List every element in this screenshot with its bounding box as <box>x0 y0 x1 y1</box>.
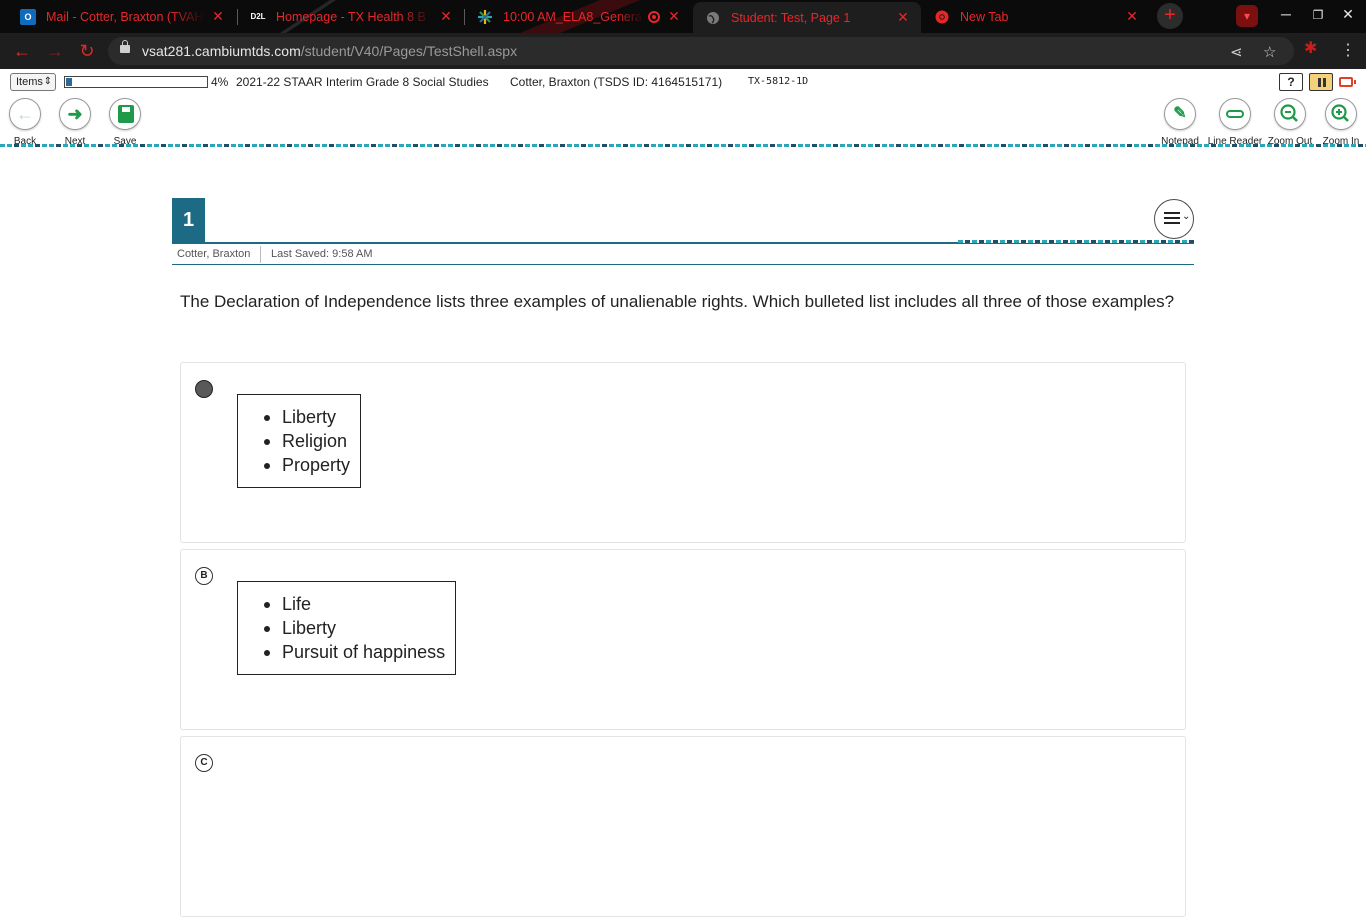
back-arrow-icon: ← <box>9 98 41 130</box>
chrome-menu-icon[interactable]: ⋮ <box>1340 40 1356 60</box>
test-info-bar: Items 4% 2021-22 STAAR Interim Grade 8 S… <box>0 72 1366 93</box>
tab-ela[interactable]: 10:00 AM_ELA8_General S ✕ <box>465 0 692 33</box>
list-item: Pursuit of happiness <box>238 640 445 664</box>
lock-icon <box>120 40 130 53</box>
battery-icon <box>1339 77 1356 87</box>
back-arrow-icon[interactable]: ← <box>11 40 33 62</box>
list-item: Liberty <box>238 405 350 429</box>
minimize-icon[interactable]: ─ <box>1276 6 1296 22</box>
test-name: 2021-22 STAAR Interim Grade 8 Social Stu… <box>236 75 489 89</box>
extension-puzzle-icon[interactable]: ✱ <box>1304 41 1320 57</box>
close-tab-icon[interactable]: ✕ <box>438 8 454 25</box>
help-button[interactable]: ? <box>1279 73 1303 91</box>
browser-tab-strip: O Mail - Cotter, Braxton (TVAH S ✕ D2L H… <box>0 0 1366 33</box>
toolbar-divider <box>0 144 1366 147</box>
answer-choice-b[interactable]: B Life Liberty Pursuit of happiness <box>180 549 1186 730</box>
item-number: 1 <box>172 198 205 243</box>
url-field[interactable]: vsat281.cambiumtds.com/student/V40/Pages… <box>108 37 1294 65</box>
url-domain: vsat281.cambiumtds.com <box>142 43 301 59</box>
chevron-down-icon: ⌄ <box>1182 211 1191 222</box>
list-item: Life <box>238 592 445 616</box>
items-dropdown[interactable]: Items <box>10 73 56 91</box>
bookmark-star-icon[interactable]: ☆ <box>1263 43 1276 61</box>
choice-a-list: Liberty Religion Property <box>238 405 350 477</box>
meta-divider <box>260 246 261 263</box>
recording-icon <box>648 10 660 23</box>
hamburger-icon <box>1164 212 1180 224</box>
tab-title: Mail - Cotter, Braxton (TVAH S <box>46 9 204 24</box>
item-header-divider <box>958 240 1194 243</box>
zoom-out-icon <box>1274 98 1306 130</box>
tab-mail[interactable]: O Mail - Cotter, Braxton (TVAH S ✕ <box>8 0 236 33</box>
progress-percent: 4% <box>211 75 229 89</box>
notepad-icon: ✎ <box>1164 98 1196 130</box>
url-path: /student/V40/Pages/TestShell.aspx <box>300 43 518 59</box>
next-arrow-icon: ➜ <box>59 98 91 130</box>
save-button[interactable]: Save <box>95 96 155 147</box>
answer-choice-c[interactable]: C <box>180 736 1186 917</box>
chrome-icon <box>934 9 950 25</box>
item-meta-bar: Cotter, Braxton Last Saved: 9:58 AM <box>172 244 1194 265</box>
share-icon[interactable]: ⋖ <box>1230 43 1243 61</box>
close-tab-icon[interactable]: ✕ <box>210 8 226 25</box>
test-toolbar: ← Back ➜ Next Save ✎ Notepad Line Reader… <box>0 96 1366 147</box>
forward-arrow-icon[interactable]: → <box>44 40 66 62</box>
tab-title: Student: Test, Page 1 <box>731 10 851 25</box>
zoom-in-button[interactable]: Zoom In <box>1311 96 1366 147</box>
save-disk-icon <box>109 98 141 130</box>
last-saved: Last Saved: 9:58 AM <box>271 248 373 260</box>
item-student-name: Cotter, Braxton <box>177 248 251 260</box>
url-text: vsat281.cambiumtds.com/student/V40/Pages… <box>142 43 517 59</box>
globe-icon <box>705 10 721 26</box>
pause-button[interactable] <box>1309 73 1333 91</box>
tab-new-tab[interactable]: New Tab ✕ <box>922 0 1150 33</box>
tab-title: Homepage - TX Health 8 B Se <box>276 9 432 24</box>
close-tab-icon[interactable]: ✕ <box>666 8 682 25</box>
item-menu-button[interactable]: ⌄ <box>1154 199 1194 239</box>
choice-c-radio[interactable]: C <box>195 754 213 772</box>
outlook-icon: O <box>20 8 36 25</box>
tab-homepage[interactable]: D2L Homepage - TX Health 8 B Se ✕ <box>238 0 464 33</box>
choice-b-list: Life Liberty Pursuit of happiness <box>238 592 445 664</box>
pinwheel-icon <box>477 9 493 25</box>
progress-fill <box>66 78 72 86</box>
new-tab-button[interactable]: + <box>1157 3 1183 29</box>
list-item: Religion <box>238 429 350 453</box>
notepad-button[interactable]: ✎ Notepad <box>1150 96 1210 147</box>
student-info: Cotter, Braxton (TSDS ID: 4164515171) <box>510 75 723 89</box>
tab-student-test[interactable]: Student: Test, Page 1 ✕ <box>693 2 921 33</box>
tab-title: 10:00 AM_ELA8_General S <box>503 9 644 24</box>
d2l-icon: D2L <box>250 12 266 21</box>
tab-title: New Tab <box>960 9 1009 24</box>
reload-icon[interactable]: ↻ <box>76 40 98 62</box>
zoom-in-icon <box>1325 98 1357 130</box>
list-item: Property <box>238 453 350 477</box>
answer-choice-a[interactable]: A Liberty Religion Property <box>180 362 1186 543</box>
choice-b-list-box: Life Liberty Pursuit of happiness <box>237 581 457 675</box>
tab-search-chevron-icon[interactable]: ▾ <box>1236 5 1258 27</box>
test-code: TX-5812-1D <box>748 76 809 87</box>
line-reader-icon <box>1219 98 1251 130</box>
item-header: 1 ⌄ <box>172 198 1194 244</box>
choice-a-list-box: Liberty Religion Property <box>237 394 362 488</box>
choice-b-radio[interactable]: B <box>195 567 213 585</box>
list-item: Liberty <box>238 616 445 640</box>
restore-icon[interactable]: ❐ <box>1308 8 1328 22</box>
line-reader-button[interactable]: Line Reader <box>1205 96 1265 147</box>
close-tab-icon[interactable]: ✕ <box>1124 8 1140 25</box>
choice-a-radio[interactable]: A <box>195 380 213 398</box>
question-stem: The Declaration of Independence lists th… <box>180 292 1175 311</box>
progress-bar <box>64 76 208 88</box>
close-tab-icon[interactable]: ✕ <box>895 9 911 26</box>
close-window-icon[interactable]: ✕ <box>1338 6 1358 23</box>
address-bar-row: ← → ↻ vsat281.cambiumtds.com/student/V40… <box>0 33 1366 69</box>
